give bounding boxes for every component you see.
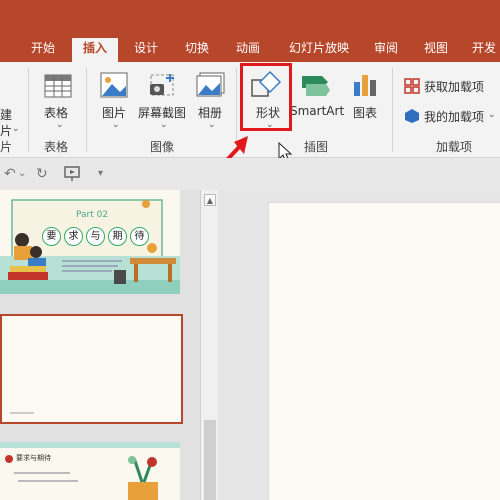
- group-label-images: 图像: [150, 140, 175, 154]
- slide2-footer-line: [10, 412, 34, 414]
- tab-home[interactable]: 开始: [22, 38, 64, 62]
- pin-icon: [5, 455, 13, 463]
- tab-view[interactable]: 视图: [416, 38, 456, 62]
- chart-button-label[interactable]: 图表: [353, 104, 377, 121]
- album-button-label[interactable]: 相册: [198, 104, 222, 121]
- group-separator: [392, 68, 393, 152]
- slide1-title-char-1: 要: [42, 227, 61, 246]
- undo-icon[interactable]: ↶: [4, 166, 16, 182]
- scrollbar-thumb[interactable]: [204, 420, 216, 500]
- tab-animations[interactable]: 动画: [228, 38, 268, 62]
- picture-button-label[interactable]: 图片: [102, 104, 126, 121]
- tab-slideshow[interactable]: 幻灯片放映: [280, 38, 358, 62]
- my-addins-button[interactable]: 我的加载项: [424, 108, 484, 125]
- group-label-addins: 加载项: [436, 140, 473, 154]
- chevron-down-icon[interactable]: ⌄: [18, 168, 26, 179]
- scroll-up-arrow-icon[interactable]: ▲: [204, 194, 216, 206]
- slide1-title-char-5: 待: [130, 227, 149, 246]
- workspace: Part 02 要 求 与 期 待 要求与期待 ▲: [0, 190, 500, 500]
- chevron-down-icon[interactable]: ⌄: [56, 120, 64, 130]
- my-addins-icon[interactable]: [404, 108, 420, 124]
- redo-icon[interactable]: ↻: [36, 166, 48, 182]
- tab-developer[interactable]: 开发: [466, 38, 500, 62]
- table-button-label[interactable]: 表格: [44, 104, 68, 121]
- partial-button-label[interactable]: 建: [0, 106, 12, 123]
- partial-button-label-2: 片: [0, 124, 13, 138]
- group-separator: [28, 68, 29, 152]
- store-icon[interactable]: [404, 78, 420, 94]
- slide1-title-char-3: 与: [86, 227, 105, 246]
- photo-album-icon[interactable]: [196, 72, 226, 98]
- slide3-text-line: [14, 472, 70, 474]
- present-from-start-icon[interactable]: [64, 166, 82, 182]
- screenshot-icon[interactable]: [148, 72, 176, 98]
- slide-thumbnail-pane: Part 02 要 求 与 期 待 要求与期待: [0, 190, 200, 500]
- quick-access-toolbar: ↶ ⌄ ↻ ▾: [0, 158, 500, 190]
- chart-icon[interactable]: [352, 72, 378, 98]
- screenshot-button-label[interactable]: 屏幕截图: [138, 104, 186, 121]
- slide-thumbnail-1[interactable]: Part 02 要 求 与 期 待: [0, 190, 180, 294]
- slide-editing-canvas[interactable]: [268, 202, 500, 500]
- shapes-highlight-box: [240, 63, 292, 131]
- slide1-part-label: Part 02: [76, 210, 109, 220]
- slide-thumbnail-3[interactable]: 要求与期待: [0, 442, 180, 500]
- chevron-down-icon[interactable]: ⌄: [160, 120, 168, 130]
- group-label-tables: 表格: [44, 140, 69, 154]
- smartart-icon[interactable]: [300, 72, 330, 98]
- group-separator: [86, 68, 87, 152]
- table-icon[interactable]: [44, 74, 72, 98]
- thumbnail-scrollbar[interactable]: ▲: [200, 190, 218, 500]
- slide3-title: 要求与期待: [16, 454, 51, 462]
- tab-design[interactable]: 设计: [126, 38, 166, 62]
- group-label-illustrations: 插图: [304, 140, 329, 154]
- chevron-down-icon[interactable]: ⌄: [12, 124, 20, 134]
- title-bar: 开始 插入 设计 切换 动画 幻灯片放映 审阅 视图 开发: [0, 0, 500, 62]
- customize-qat-icon[interactable]: ▾: [98, 168, 103, 179]
- slide1-title-char-4: 期: [108, 227, 127, 246]
- picture-icon[interactable]: [100, 72, 128, 98]
- slide3-text-line: [18, 480, 78, 482]
- tab-insert[interactable]: 插入: [72, 38, 118, 62]
- chevron-down-icon[interactable]: ⌄: [488, 110, 496, 120]
- slide1-title-char-2: 求: [64, 227, 83, 246]
- get-addins-button[interactable]: 获取加载项: [424, 78, 484, 95]
- tab-review[interactable]: 审阅: [366, 38, 406, 62]
- smartart-button-label[interactable]: SmartArt: [290, 104, 344, 118]
- slide-thumbnail-2-selected[interactable]: [0, 314, 183, 424]
- tab-transitions[interactable]: 切换: [176, 38, 218, 62]
- chevron-down-icon[interactable]: ⌄: [112, 120, 120, 130]
- slide3-plant-illustration: [128, 456, 158, 500]
- group-label-slides: 片: [0, 140, 13, 154]
